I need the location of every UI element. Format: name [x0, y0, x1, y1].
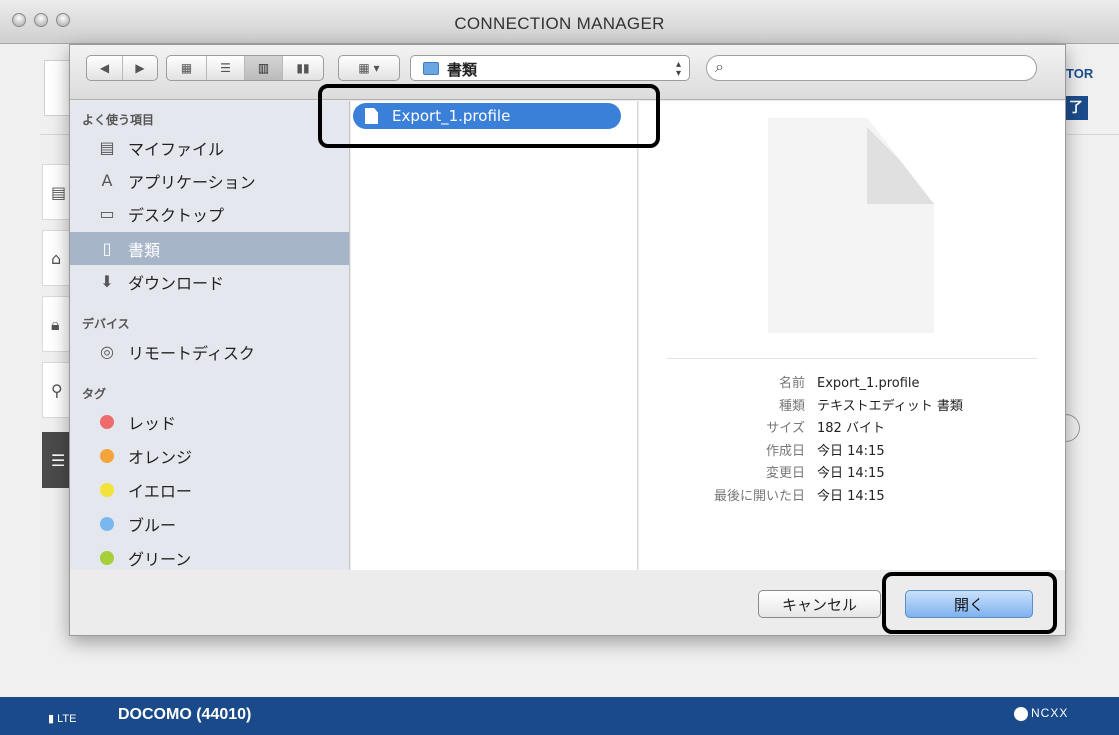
my-files-icon: ▤	[99, 138, 115, 157]
brand-logo: NCXX	[1014, 706, 1068, 721]
signal-indicator: ▮ LTE	[48, 713, 77, 725]
sidebar-item-applications[interactable]: A アプリケーション	[70, 164, 349, 197]
info-values: Export_1.profile テキストエディット 書類 182 バイト 今日…	[817, 376, 963, 504]
preview-pane: 名前 種類 サイズ 作成日 変更日 最後に開いた日 Export_1.profi…	[639, 101, 1065, 570]
sidebar-item-remote-disc[interactable]: ◎ リモートディスク	[70, 335, 349, 368]
file-column: Export_1.profile	[351, 101, 638, 570]
sidebar-item-downloads[interactable]: ⬇ ダウンロード	[70, 265, 349, 298]
location-popup[interactable]: 書類 ▴ ▾	[410, 55, 690, 81]
orange-tag-dot	[100, 448, 114, 463]
updown-arrows-icon: ▴ ▾	[675, 59, 681, 79]
arrange-icon: ▦ ▾	[358, 61, 380, 75]
sidebar-item-my-files[interactable]: ▤ マイファイル	[70, 131, 349, 164]
list-view-button[interactable]: ☰	[207, 56, 245, 80]
sidebar-tag-blue[interactable]: ブルー	[70, 507, 349, 540]
search-icon: ⚲	[51, 381, 63, 400]
network-icon: ⌂	[51, 249, 62, 268]
forward-button[interactable]: ▶	[123, 56, 157, 80]
location-label: 書類	[447, 61, 478, 79]
arrange-menu[interactable]: ▦ ▾	[338, 55, 400, 81]
cancel-button[interactable]: キャンセル	[758, 590, 881, 618]
sidebar-tag-red[interactable]: レッド	[70, 405, 349, 438]
bg-nav-button-5[interactable]: ☰	[42, 432, 72, 488]
title-bar: CONNECTION MANAGER	[0, 0, 1119, 44]
highlight-open-button	[882, 572, 1057, 634]
bg-nav-button-1[interactable]: ▤	[42, 164, 72, 220]
brand-icon	[1014, 706, 1028, 721]
info-keys: 名前 種類 サイズ 作成日 変更日 最後に開いた日	[713, 376, 805, 504]
document-preview-icon	[768, 118, 934, 333]
bg-nav-button-3[interactable]: 🔒︎	[42, 296, 72, 352]
view-mode-control: ▦ ☰ ▥ ▮▮	[166, 55, 324, 81]
column-view-button[interactable]: ▥	[245, 56, 283, 80]
lock-icon: 🔒︎	[51, 315, 60, 334]
profile-icon: ▤	[51, 183, 67, 202]
coverflow-view-button[interactable]: ▮▮	[283, 56, 323, 80]
green-tag-dot	[100, 550, 114, 565]
red-tag-dot	[100, 414, 114, 429]
icon-view-button[interactable]: ▦	[167, 56, 207, 80]
documents-icon: ▯	[102, 239, 112, 258]
desktop-icon: ▭	[99, 204, 115, 223]
back-button[interactable]: ◀	[87, 56, 123, 80]
dialog-sidebar: よく使う項目 ▤ マイファイル A アプリケーション ▭ デスクトップ ▯ 書類 ⬇ ダウ…	[70, 101, 350, 570]
search-field[interactable]: ⌕	[706, 55, 1037, 81]
back-forward-control: ◀ ▶	[86, 55, 158, 81]
bg-nav-button-4[interactable]: ⚲	[42, 362, 72, 418]
bg-nav-button-2[interactable]: ⌂	[42, 230, 72, 286]
sidebar-item-documents[interactable]: ▯ 書類	[70, 232, 349, 265]
devices-header: デバイス	[82, 317, 130, 331]
applications-icon: A	[101, 171, 113, 190]
folder-icon	[423, 62, 439, 75]
sidebar-item-desktop[interactable]: ▭ デスクトップ	[70, 197, 349, 230]
highlight-file-selection	[318, 84, 660, 148]
bg-partial-label: TOR	[1066, 66, 1094, 81]
status-bar: ▮ LTE DOCOMO (44010) NCXX	[0, 697, 1119, 735]
yellow-tag-dot	[100, 482, 114, 497]
remote-disc-icon: ◎	[100, 342, 114, 361]
preview-divider	[667, 358, 1037, 359]
tags-header: タグ	[82, 387, 107, 401]
window-title: CONNECTION MANAGER	[454, 14, 665, 33]
search-icon: ⌕	[715, 57, 724, 76]
sidebar-tag-orange[interactable]: オレンジ	[70, 439, 349, 472]
downloads-icon: ⬇	[100, 272, 114, 291]
blue-tag-dot	[100, 516, 114, 531]
list-icon: ☰	[51, 451, 66, 470]
carrier-name: DOCOMO (44010)	[118, 706, 252, 723]
bg-partial-badge: 了	[1064, 96, 1088, 120]
sidebar-tag-yellow[interactable]: イエロー	[70, 473, 349, 506]
sidebar-tag-green[interactable]: グリーン	[70, 541, 349, 570]
favorites-header: よく使う項目	[82, 113, 155, 127]
